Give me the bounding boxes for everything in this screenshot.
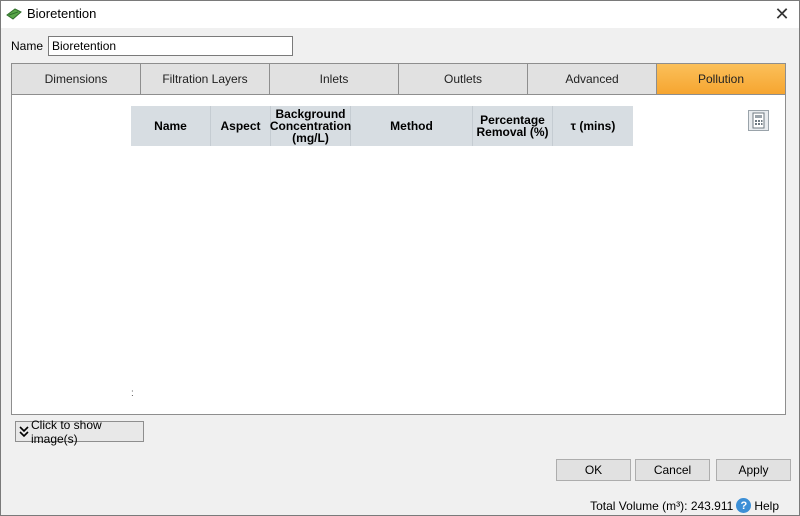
show-images-label: Click to show image(s)	[31, 417, 102, 446]
total-volume-text: Total Volume (m³): 243.911	[590, 498, 734, 513]
close-button[interactable]: ✕	[765, 1, 799, 27]
calculator-icon[interactable]	[748, 110, 769, 131]
name-input[interactable]	[48, 36, 293, 56]
column-header-tau[interactable]: τ (mins)	[553, 106, 633, 146]
column-header-method[interactable]: Method	[351, 106, 473, 146]
column-header-percentage-removal[interactable]: Percentage Removal (%)	[473, 106, 553, 146]
help-icon[interactable]: ?	[736, 498, 752, 513]
close-icon: ✕	[774, 3, 790, 24]
help-label[interactable]: Help	[754, 499, 779, 513]
apply-button[interactable]: Apply	[716, 459, 791, 481]
column-header-aspect[interactable]: Aspect	[211, 106, 271, 146]
tab-inlets[interactable]: Inlets	[270, 64, 399, 94]
show-images-button[interactable]: Click to show image(s)	[15, 418, 144, 446]
grid-row-marker: :	[131, 388, 134, 399]
tab-advanced[interactable]: Advanced	[528, 64, 657, 94]
ok-button[interactable]: OK	[556, 459, 631, 481]
tab-pollution[interactable]: Pollution	[657, 64, 785, 94]
pollution-grid-header: Name Aspect Background Concentration (mg…	[131, 106, 633, 146]
tab-dimensions[interactable]: Dimensions	[12, 64, 141, 94]
pollution-panel: Name Aspect Background Concentration (mg…	[11, 94, 786, 415]
dialog-window: Bioretention ✕ Name Dimensions Filtratio…	[0, 0, 800, 516]
name-label: Name	[11, 39, 44, 53]
bioretention-leaf-icon	[6, 7, 22, 21]
tab-filtration-layers[interactable]: Filtration Layers	[141, 64, 270, 94]
column-header-background-concentration[interactable]: Background Concentration (mg/L)	[270, 106, 351, 146]
double-chevron-down-icon	[19, 425, 29, 438]
title-bar: Bioretention ✕	[1, 1, 799, 28]
status-bar: Total Volume (m³): 243.911 ? Help	[590, 498, 779, 513]
column-header-name[interactable]: Name	[131, 106, 211, 146]
tab-bar: Dimensions Filtration Layers Inlets Outl…	[11, 63, 786, 94]
window-title: Bioretention	[27, 6, 97, 21]
tab-outlets[interactable]: Outlets	[399, 64, 528, 94]
cancel-button[interactable]: Cancel	[635, 459, 710, 481]
